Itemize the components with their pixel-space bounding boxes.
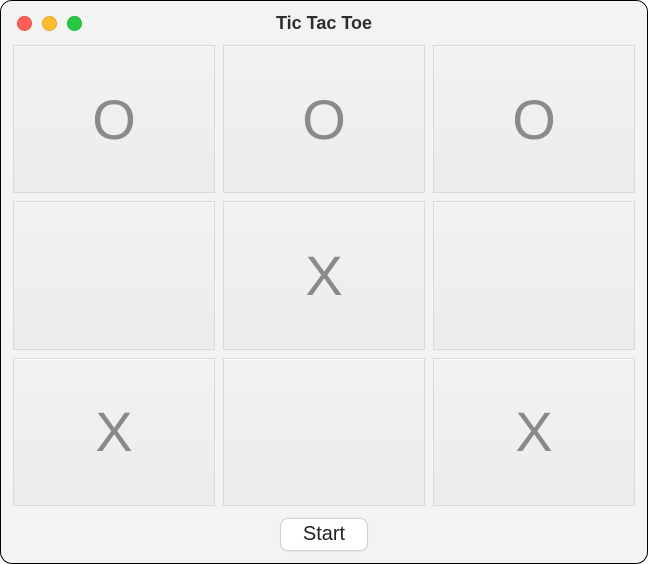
footer: Start: [13, 506, 635, 551]
minimize-icon[interactable]: [42, 16, 57, 31]
app-window: Tic Tac Toe O O O X X X Start: [0, 0, 648, 564]
cell-2-0[interactable]: X: [13, 358, 215, 506]
start-button[interactable]: Start: [280, 518, 368, 551]
cell-1-2[interactable]: [433, 201, 635, 349]
cell-0-0[interactable]: O: [13, 45, 215, 193]
fullscreen-icon[interactable]: [67, 16, 82, 31]
cell-1-1[interactable]: X: [223, 201, 425, 349]
cell-0-2[interactable]: O: [433, 45, 635, 193]
page-title: Tic Tac Toe: [1, 13, 647, 34]
close-icon[interactable]: [17, 16, 32, 31]
cell-0-1[interactable]: O: [223, 45, 425, 193]
traffic-lights: [17, 16, 82, 31]
cell-2-1[interactable]: [223, 358, 425, 506]
cell-1-0[interactable]: [13, 201, 215, 349]
game-board: O O O X X X: [13, 45, 635, 506]
content-area: O O O X X X Start: [1, 45, 647, 563]
cell-2-2[interactable]: X: [433, 358, 635, 506]
titlebar: Tic Tac Toe: [1, 1, 647, 45]
